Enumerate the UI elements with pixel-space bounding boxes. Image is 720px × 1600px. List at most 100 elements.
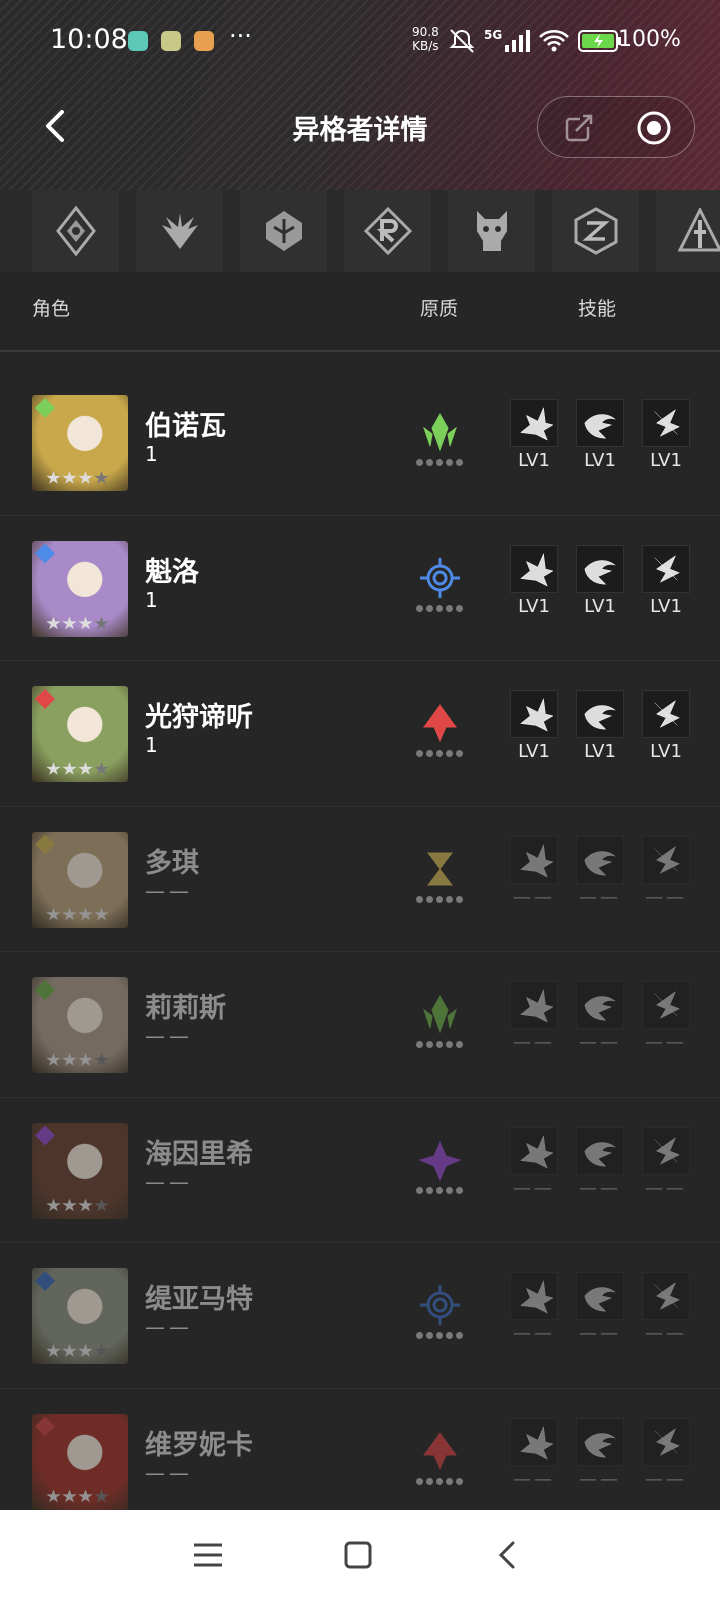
skill-icon[interactable] xyxy=(510,544,558,593)
skill-icon[interactable] xyxy=(642,690,690,738)
status-bar: 10:08 ··· 90.8 KB/s 5G 100% xyxy=(0,0,720,84)
app-notification-icon xyxy=(161,31,181,51)
character-name: 维罗妮卡 xyxy=(145,1429,253,1461)
battery-icon xyxy=(578,30,622,52)
star-icon xyxy=(78,1344,93,1357)
faction-filter-z-cube[interactable] xyxy=(552,190,639,272)
skill-icon[interactable] xyxy=(510,1417,558,1466)
skill-icon[interactable] xyxy=(642,835,690,884)
skill-icon[interactable] xyxy=(576,1272,624,1320)
share-icon[interactable] xyxy=(562,111,596,145)
faction-filter-r-crest[interactable] xyxy=(344,190,431,272)
character-row[interactable]: 魁洛 1 LV1 LV1 LV1 xyxy=(0,516,720,661)
star-icon xyxy=(46,1489,61,1503)
character-count: —— xyxy=(145,1169,193,1194)
skill-level: —— xyxy=(579,1468,621,1490)
column-header: 角色 原质 技能 xyxy=(0,272,720,344)
speed-value: 90.8 xyxy=(412,25,439,39)
skill-icon[interactable] xyxy=(510,1126,558,1175)
pip-dot xyxy=(426,1186,433,1194)
skill-icon[interactable] xyxy=(642,399,690,447)
faction-badge-icon xyxy=(35,1416,55,1437)
star-icon xyxy=(46,1053,61,1066)
skill-icon[interactable] xyxy=(510,981,558,1029)
skill-icon[interactable] xyxy=(576,981,624,1029)
character-row[interactable]: 莉莉斯 —— —— —— —— xyxy=(0,952,720,1098)
network-speed: 90.8 KB/s xyxy=(412,25,439,53)
purple-element-icon xyxy=(418,1140,462,1181)
pip-dot xyxy=(436,1332,443,1339)
star-icon xyxy=(94,1198,109,1212)
beast-head-icon xyxy=(476,211,507,251)
system-nav-bar xyxy=(0,1510,720,1600)
faction-filter-bar xyxy=(0,190,720,272)
character-row[interactable]: 多琪 —— —— —— —— xyxy=(0,807,720,952)
skill-icon[interactable] xyxy=(510,1272,558,1320)
skill-icon[interactable] xyxy=(576,1417,624,1466)
faction-badge-icon xyxy=(35,1271,55,1291)
star-icon xyxy=(94,907,109,921)
skill-icon[interactable] xyxy=(576,399,624,447)
star-rating xyxy=(46,1489,109,1504)
skill-icon[interactable] xyxy=(576,544,624,593)
red-element-icon xyxy=(423,1431,457,1470)
column-quality: 原质 xyxy=(420,298,459,320)
pip-dot xyxy=(446,1041,453,1048)
character-row[interactable]: 海因里希 —— —— —— —— xyxy=(0,1098,720,1243)
star-icon xyxy=(46,471,61,484)
star-icon xyxy=(62,1053,77,1066)
skill-icon[interactable] xyxy=(576,835,624,884)
faction-badge-icon xyxy=(35,1125,55,1146)
signal-icon xyxy=(505,30,531,52)
faction-filter-shield-diamond[interactable] xyxy=(32,190,119,272)
pip-dot xyxy=(426,604,433,612)
character-row[interactable]: 缇亚马特 —— —— —— —— xyxy=(0,1243,720,1389)
skill-icon[interactable] xyxy=(576,1126,624,1175)
star-icon xyxy=(78,1489,93,1503)
faction-filter-tower-emblem[interactable] xyxy=(240,190,327,272)
quality-pips xyxy=(416,1041,463,1048)
skill-icon[interactable] xyxy=(642,1126,690,1175)
pip-dot xyxy=(456,1477,463,1485)
pip-dot xyxy=(426,1477,433,1485)
character-row[interactable]: 光狩谛听 1 LV1 LV1 LV1 xyxy=(0,661,720,807)
menu-icon[interactable] xyxy=(188,1535,228,1575)
tower-emblem-icon xyxy=(265,211,302,251)
star-icon xyxy=(94,1489,109,1503)
skill-icon[interactable] xyxy=(510,690,558,738)
pip-dot xyxy=(416,1186,423,1194)
skill-icon[interactable] xyxy=(510,399,558,447)
skill-icon[interactable] xyxy=(576,690,624,738)
character-row[interactable]: 伯诺瓦 1 LV1 LV1 LV1 xyxy=(0,370,720,516)
skill-level: —— xyxy=(579,1177,621,1199)
star-icon xyxy=(46,762,61,775)
character-portrait xyxy=(32,686,128,782)
back-nav-icon[interactable] xyxy=(488,1535,528,1575)
skill-icon[interactable] xyxy=(642,1417,690,1466)
character-name: 海因里希 xyxy=(145,1138,253,1170)
skill-level: LV1 xyxy=(518,595,550,617)
pip-dot xyxy=(436,459,443,466)
battery-percent: 100% xyxy=(618,27,681,52)
faction-filter-beast-head[interactable] xyxy=(448,190,535,272)
faction-filter-winged-crest[interactable] xyxy=(136,190,223,272)
skill-icon[interactable] xyxy=(642,981,690,1029)
faction-filter-triangle-pillar[interactable] xyxy=(656,190,720,272)
home-icon[interactable] xyxy=(338,1535,378,1575)
winged-crest-icon xyxy=(161,213,198,249)
character-portrait xyxy=(32,1268,128,1364)
skill-level: —— xyxy=(579,1032,621,1053)
pip-dot xyxy=(426,459,433,466)
pip-dot xyxy=(426,750,433,757)
skill-icon[interactable] xyxy=(510,835,558,884)
close-record-icon[interactable] xyxy=(636,110,672,146)
skill-icon[interactable] xyxy=(642,1272,690,1320)
character-name: 光狩谛听 xyxy=(145,702,253,733)
pip-dot xyxy=(426,1332,433,1339)
character-portrait xyxy=(32,1122,128,1219)
skill-icon[interactable] xyxy=(642,544,690,593)
character-count: —— xyxy=(145,878,193,903)
character-count: —— xyxy=(145,1460,193,1485)
star-icon xyxy=(46,907,61,921)
star-icon xyxy=(46,616,61,630)
